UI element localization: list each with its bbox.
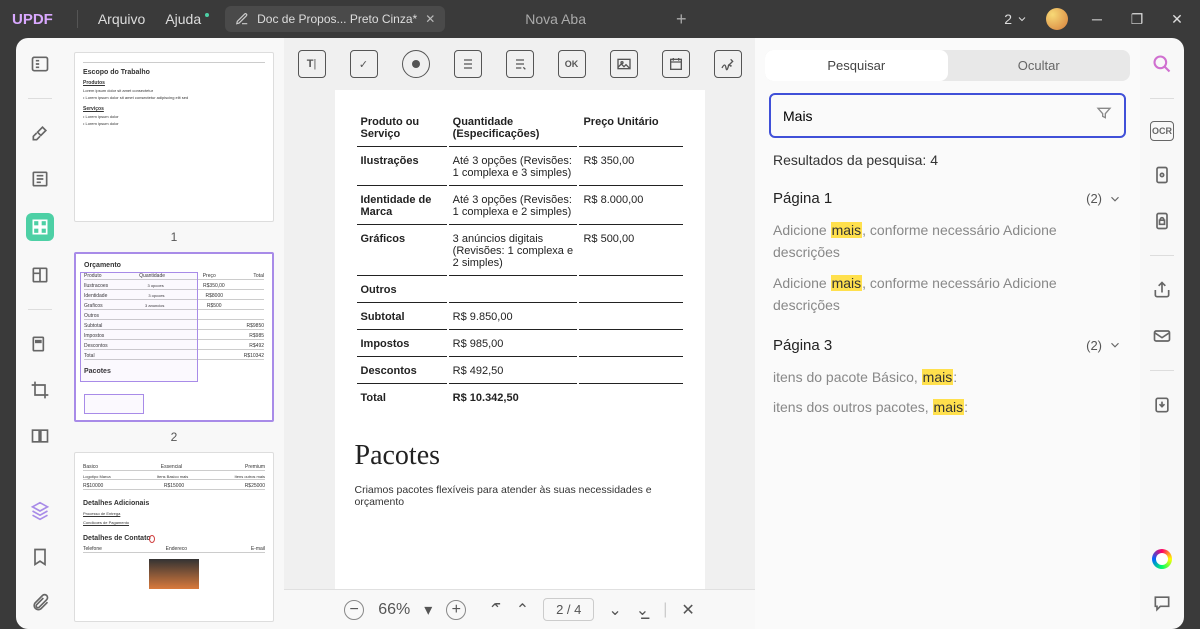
divider [77,10,78,28]
image-field-tool[interactable] [610,50,638,78]
highlighter-icon[interactable] [28,121,52,145]
first-page-button[interactable]: ⌃̄ [488,600,501,620]
list-box-tool[interactable] [454,50,482,78]
zoom-dropdown-icon[interactable]: ▾ [424,600,432,620]
search-result-count: Resultados da pesquisa: 4 [765,148,1130,178]
menu-help[interactable]: Ajuda [155,11,211,27]
app-logo: UPDF [12,11,53,28]
search-tab-switcher: Pesquisar Ocultar [765,50,1130,81]
tab-hide[interactable]: Ocultar [948,50,1131,81]
new-tab-label[interactable]: Nova Aba [525,11,586,27]
close-zoom-bar-button[interactable]: ✕ [681,600,694,620]
menu-file[interactable]: Arquivo [88,11,155,27]
email-icon[interactable] [1150,324,1174,348]
document-canvas: T| ✓ OK Produto ou ServiçoQuantidade (Es… [284,38,755,629]
bookmark-icon[interactable] [28,545,52,569]
thumbnail-page-2[interactable]: Orçamento ProdutoQuantidadePreçoTotal Il… [74,252,274,444]
zoom-bar: − 66% ▾ + ⌃̄ ⌃ 2 / 4 ⌄ ⌄̲ | ✕ [284,589,755,629]
form-icon[interactable] [28,263,52,287]
search-input[interactable] [783,108,1096,124]
signature-tool[interactable] [714,50,742,78]
search-icon[interactable] [1150,52,1174,76]
thumbnail-page-3[interactable]: BasicoEssencialPremium Logotipo MarcaIte… [74,452,274,629]
result-section-header[interactable]: Página 1 (2) [773,182,1122,215]
share-icon[interactable] [1150,278,1174,302]
tab-search[interactable]: Pesquisar [765,50,948,81]
text-field-tool[interactable]: T| [298,50,326,78]
search-result-line[interactable]: itens do pacote Básico, mais: [773,362,1122,392]
attachment-icon[interactable] [28,591,52,615]
export-icon[interactable] [1150,393,1174,417]
chevron-down-icon [1108,338,1122,352]
search-result-line[interactable]: Adicione mais, conforme necessário Adici… [773,268,1122,321]
document-tab[interactable]: Doc de Propos... Preto Cinza* ✕ [225,6,445,32]
right-tool-rail: OCR [1140,38,1184,629]
radio-tool[interactable] [402,50,430,78]
search-result-line[interactable]: Adicione mais, conforme necessário Adici… [773,215,1122,268]
ocr-icon[interactable]: OCR [1150,121,1174,141]
edit-text-icon[interactable] [28,167,52,191]
zoom-out-button[interactable]: − [344,600,364,620]
crop-icon[interactable] [28,378,52,402]
add-tab-button[interactable]: + [676,9,687,30]
notification-dot [205,13,209,17]
organize-pages-icon[interactable] [26,213,54,241]
checkbox-tool[interactable]: ✓ [350,50,378,78]
result-section-page-3: Página 3 (2) itens do pacote Básico, mai… [765,325,1130,427]
prev-page-button[interactable]: ⌃ [516,600,529,620]
user-avatar[interactable] [1046,8,1068,30]
page-indicator[interactable]: 2 / 4 [543,598,594,621]
protect-icon[interactable] [1150,209,1174,233]
redact-icon[interactable] [28,332,52,356]
layers-icon[interactable] [28,499,52,523]
titlebar: UPDF Arquivo Ajuda Doc de Propos... Pret… [0,0,1200,38]
filter-icon[interactable] [1096,105,1112,126]
window-minimize-icon[interactable]: ─ [1086,11,1108,27]
result-section-header[interactable]: Página 3 (2) [773,329,1122,362]
page-count-dropdown[interactable]: 2 [1004,11,1028,27]
window-close-icon[interactable]: ✕ [1166,11,1188,28]
zoom-level[interactable]: 66% [378,601,410,619]
workspace: Escopo do TrabalhoProdutosLorem ipsum do… [16,38,1184,629]
dropdown-tool[interactable] [506,50,534,78]
ai-assistant-icon[interactable] [1152,549,1172,569]
thumbnail-page-1[interactable]: Escopo do TrabalhoProdutosLorem ipsum do… [74,52,274,244]
comment-icon[interactable] [1150,591,1174,615]
last-page-button[interactable]: ⌄̲ [636,600,649,620]
left-tool-rail [16,38,64,629]
date-field-tool[interactable] [662,50,690,78]
search-result-line[interactable]: itens dos outros pacotes, mais: [773,392,1122,422]
edit-icon [235,12,249,26]
close-tab-icon[interactable]: ✕ [425,12,435,26]
search-box [769,93,1126,138]
result-section-page-1: Página 1 (2) Adicione mais, conforme nec… [765,178,1130,325]
compare-icon[interactable] [28,424,52,448]
window-maximize-icon[interactable]: ❐ [1126,11,1148,28]
tab-title: Doc de Propos... Preto Cinza* [257,12,417,26]
annotation-toolbar: T| ✓ OK [284,38,755,90]
page-icon[interactable] [1150,163,1174,187]
search-panel: Pesquisar Ocultar Resultados da pesquisa… [755,38,1140,629]
zoom-in-button[interactable]: + [446,600,466,620]
pacotes-heading: Pacotes [355,440,685,472]
pacotes-paragraph: Criamos pacotes flexíveis para atender à… [355,484,685,508]
document-page[interactable]: Produto ou ServiçoQuantidade (Especifica… [335,90,705,629]
button-tool[interactable]: OK [558,50,586,78]
next-page-button[interactable]: ⌄ [608,600,621,620]
chevron-down-icon [1108,192,1122,206]
reader-view-icon[interactable] [28,52,52,76]
thumbnail-panel: Escopo do TrabalhoProdutosLorem ipsum do… [64,38,284,629]
